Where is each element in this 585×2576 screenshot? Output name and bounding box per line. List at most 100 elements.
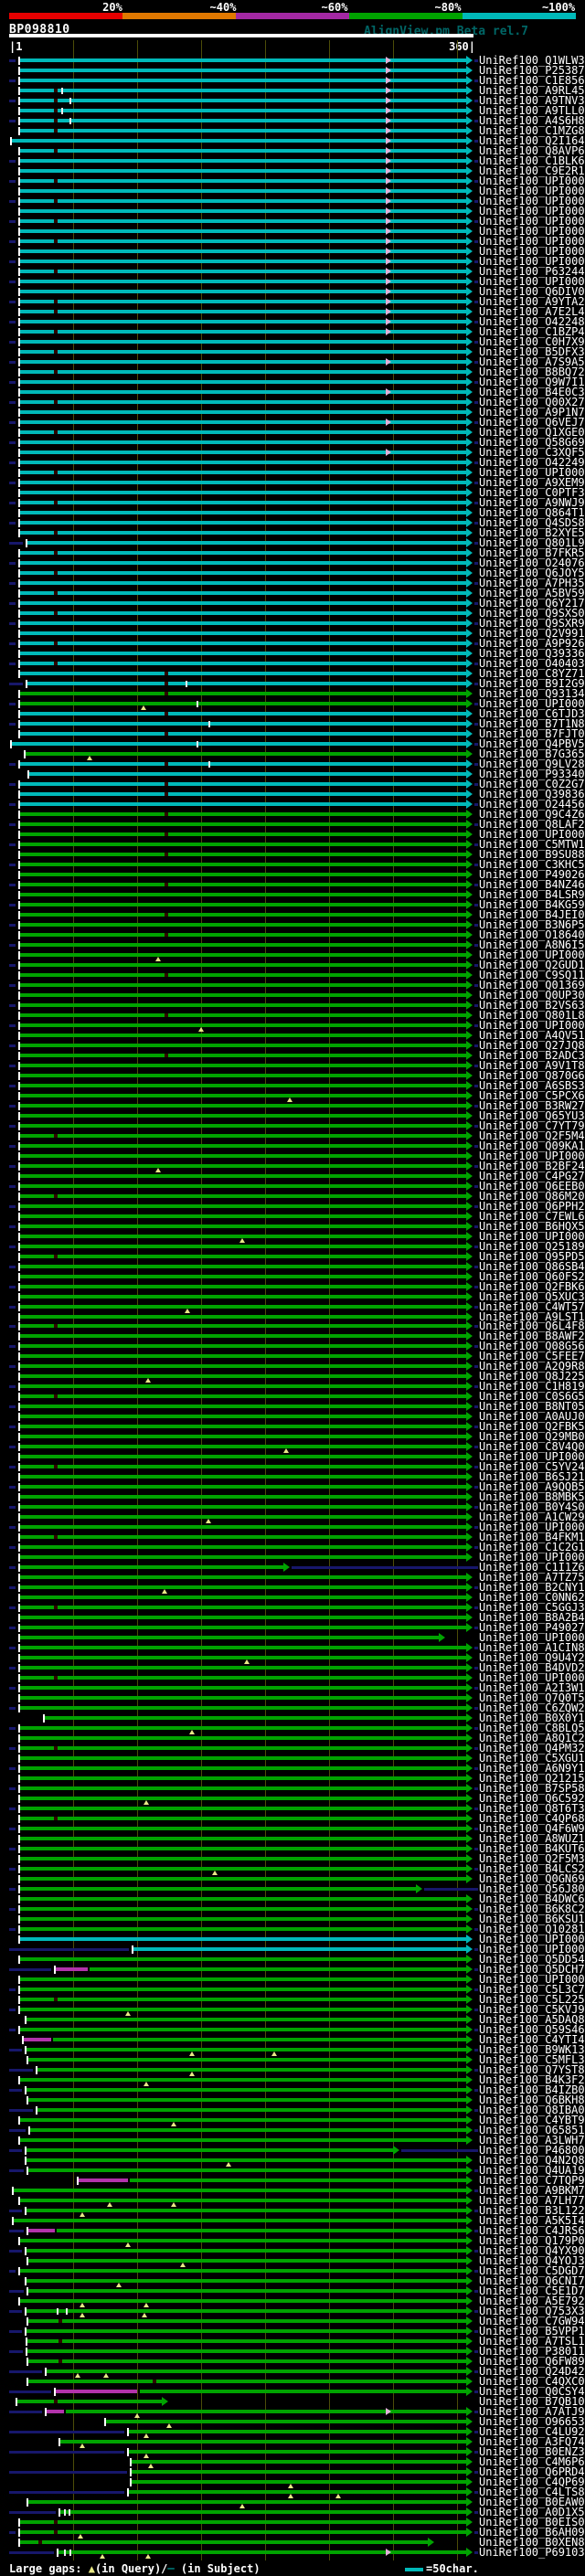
leader-line [474, 1365, 478, 1368]
leader-line [474, 260, 478, 263]
leader-line [474, 1787, 478, 1790]
hsp-end-arrow-icon [466, 86, 473, 95]
hsp-line [19, 822, 466, 826]
hsp-end-arrow-icon [466, 1764, 473, 1773]
leader-line [474, 1828, 478, 1830]
hsp-end-arrow-icon [466, 1623, 473, 1632]
hsp-end-arrow-icon [466, 2266, 473, 2275]
hsp-start-tick [18, 1724, 20, 1733]
gap-notch [54, 1998, 58, 2001]
leader-line [474, 1667, 478, 1670]
hsp-end-arrow-icon [466, 689, 473, 698]
hsp-line [19, 1726, 466, 1730]
leader-line [474, 1385, 478, 1388]
hsp-end-arrow-icon [466, 810, 473, 819]
leader-line [9, 1506, 16, 1509]
hsp-start-tick [25, 2207, 27, 2215]
hsp-line [19, 290, 466, 293]
hsp-line [16, 2400, 162, 2403]
hsp-segment-magenta [46, 2410, 64, 2413]
hsp-start-tick [57, 2549, 58, 2557]
hsp-end-arrow-icon [466, 679, 473, 688]
hsp-line [19, 2269, 466, 2273]
hsp-end-arrow-icon [466, 1482, 473, 1491]
hsp-line [19, 1064, 466, 1067]
leader-line [9, 1486, 16, 1489]
query-gap-triangle-icon [75, 2373, 80, 2378]
hsp-boundary-arrow-icon [386, 157, 391, 164]
hsp-end-arrow-icon [466, 56, 473, 65]
gap-notch [58, 2339, 62, 2343]
ruler-start-label: |1 [9, 40, 23, 53]
hsp-start-tick [18, 1072, 20, 1080]
gap-notch [54, 611, 58, 615]
gap-tick [208, 721, 210, 727]
hsp-end-arrow-icon [466, 1292, 473, 1301]
leader-line [9, 2370, 42, 2373]
gap-notch [165, 732, 168, 736]
gap-notch [54, 641, 58, 645]
hsp-start-tick [18, 1543, 20, 1552]
hsp-line [19, 199, 466, 203]
leader-line [9, 1526, 16, 1529]
leader-line [9, 2129, 26, 2132]
hsp-end-arrow-icon [466, 2467, 473, 2476]
hsp-line [19, 762, 466, 766]
leader-line [9, 1828, 16, 1830]
hsp-end-arrow-icon [466, 76, 473, 85]
hsp-line [19, 712, 466, 716]
hsp-line [19, 863, 466, 866]
query-gap-triangle-icon [145, 1378, 151, 1383]
hsp-end-arrow-icon [466, 1603, 473, 1612]
gap-notch [54, 219, 58, 223]
leader-line [474, 1426, 478, 1428]
leader-line [9, 2210, 22, 2212]
hsp-start-tick [18, 1765, 20, 1773]
hsp-start-tick [18, 559, 20, 567]
hsp-line [19, 782, 466, 786]
query-gap-triangle-icon [180, 2263, 186, 2267]
hsp-end-arrow-icon [466, 2236, 473, 2245]
hsp-line [19, 1957, 466, 1961]
leader-line [474, 59, 478, 62]
hsp-start-tick [18, 197, 20, 206]
hsp-end-arrow-icon [466, 940, 473, 949]
hsp-end-arrow-icon [466, 217, 473, 226]
gap-notch [54, 2530, 58, 2534]
gap-notch [54, 1606, 58, 1609]
hsp-end-arrow-icon [466, 247, 473, 256]
query-gap-triangle-icon [80, 2443, 85, 2448]
hsp-line [19, 1144, 466, 1148]
hsp-end-arrow-icon [466, 277, 473, 286]
hsp-line [19, 2540, 428, 2544]
leader-line [474, 562, 478, 565]
hsp-end-arrow-icon [466, 2166, 473, 2175]
leader-line [474, 1506, 478, 1509]
hsp-start-tick [18, 1313, 20, 1321]
hsp-start-tick [127, 2448, 129, 2456]
hsp-start-tick [18, 1332, 20, 1341]
hsp-end-arrow-icon [466, 1161, 473, 1171]
gap-notch [54, 89, 58, 92]
hsp-end-arrow-icon [466, 297, 473, 306]
hsp-end-arrow-icon [466, 357, 473, 366]
hsp-start-tick [18, 459, 20, 467]
hsp-line [19, 511, 466, 514]
gap-notch [54, 109, 58, 112]
hsp-start-tick [18, 1513, 20, 1521]
hsp-boundary-arrow-icon [386, 97, 391, 104]
hsp-line [19, 320, 466, 323]
hsp-line [19, 1194, 466, 1198]
hsp-line [19, 1575, 466, 1579]
hsp-start-tick [18, 1855, 20, 1863]
hsp-end-arrow-icon [466, 2497, 473, 2507]
leader-line [292, 1566, 478, 1569]
hsp-start-tick [18, 1996, 20, 2004]
leader-line [9, 2390, 51, 2393]
leader-line [474, 1546, 478, 1549]
hsp-line [19, 1405, 466, 1408]
hsp-end-arrow-icon [466, 1232, 473, 1241]
hsp-line [19, 893, 466, 896]
hsp-end-arrow-icon [162, 2397, 168, 2406]
hsp-start-tick [18, 1744, 20, 1753]
